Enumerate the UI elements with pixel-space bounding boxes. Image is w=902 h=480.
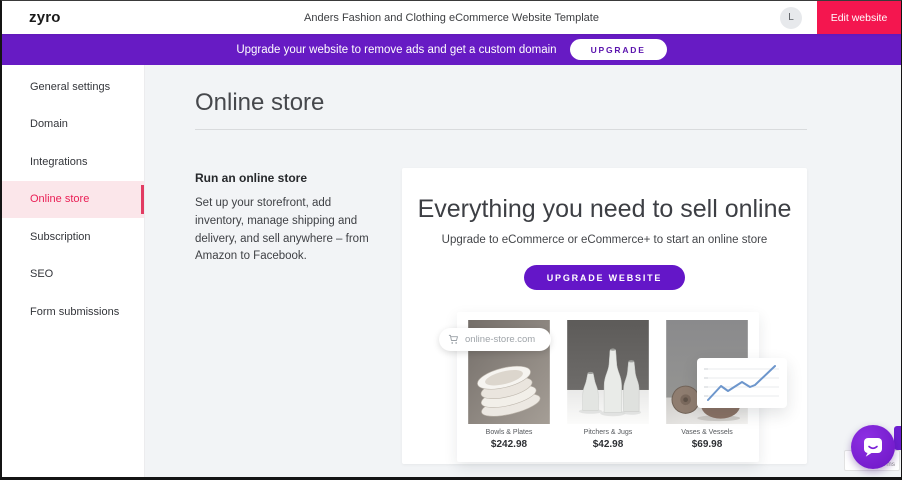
top-bar: zyro Anders Fashion and Clothing eCommer… [2, 1, 901, 34]
sidebar-item-label: SEO [30, 268, 53, 280]
online-store-section: Run an online store Set up your storefro… [195, 168, 901, 464]
settings-sidebar: General settings Domain Integrations Onl… [2, 65, 145, 477]
body: General settings Domain Integrations Onl… [2, 65, 901, 477]
sidebar-item-online-store[interactable]: Online store [2, 181, 144, 219]
sidebar-item-label: Subscription [30, 231, 91, 243]
promo-subheading: Upgrade to eCommerce or eCommerce+ to st… [402, 234, 807, 246]
widget-side-tab[interactable] [894, 426, 901, 450]
banner-upgrade-button[interactable]: UPGRADE [570, 39, 667, 60]
upgrade-website-button[interactable]: UPGRADE WEBSITE [524, 265, 686, 290]
main-content: Online store Run an online store Set up … [145, 65, 901, 477]
product-name: Vases & Vessels [664, 429, 750, 436]
product-name: Bowls & Plates [466, 429, 552, 436]
sidebar-item-subscription[interactable]: Subscription [2, 218, 144, 256]
pitchers-product-image [565, 320, 651, 424]
product-price: $69.98 [664, 439, 750, 450]
zyro-logo[interactable]: zyro [29, 9, 61, 26]
product-tile-pitchers: Pitchers & Jugs $42.98 [565, 320, 651, 454]
store-url-text: online-store.com [465, 334, 535, 345]
template-title: Anders Fashion and Clothing eCommerce We… [304, 12, 599, 24]
sales-chart-card [697, 358, 787, 408]
sparkline-chart [697, 358, 787, 408]
section-description: Set up your storefront, add inventory, m… [195, 195, 376, 266]
sidebar-item-domain[interactable]: Domain [2, 106, 144, 144]
app-window: zyro Anders Fashion and Clothing eCommer… [0, 0, 902, 480]
store-url-pill: online-store.com [439, 328, 551, 351]
shopping-cart-icon [448, 334, 459, 345]
sidebar-item-integrations[interactable]: Integrations [2, 143, 144, 181]
sidebar-item-label: Integrations [30, 156, 87, 168]
section-intro: Run an online store Set up your storefro… [195, 168, 376, 464]
banner-text: Upgrade your website to remove ads and g… [236, 44, 556, 56]
promo-heading: Everything you need to sell online [402, 195, 807, 224]
product-name: Pitchers & Jugs [565, 429, 651, 436]
upgrade-banner: Upgrade your website to remove ads and g… [2, 34, 901, 65]
top-bar-right: L Edit website [780, 1, 901, 34]
sidebar-item-label: General settings [30, 81, 110, 93]
title-divider [195, 129, 807, 130]
section-title: Run an online store [195, 171, 376, 185]
edit-website-button[interactable]: Edit website [817, 1, 901, 34]
sidebar-item-label: Online store [30, 193, 89, 205]
user-avatar[interactable]: L [780, 7, 802, 29]
product-price: $242.98 [466, 439, 552, 450]
chat-button[interactable] [851, 425, 895, 469]
product-price: $42.98 [565, 439, 651, 450]
sidebar-item-form-submissions[interactable]: Form submissions [2, 293, 144, 331]
upgrade-promo-card: Everything you need to sell online Upgra… [402, 168, 807, 464]
sidebar-item-label: Form submissions [30, 306, 119, 318]
chat-bubble-icon [860, 434, 886, 460]
sidebar-item-seo[interactable]: SEO [2, 256, 144, 294]
sidebar-item-general-settings[interactable]: General settings [2, 68, 144, 106]
sidebar-item-label: Domain [30, 118, 68, 130]
page-title: Online store [195, 89, 901, 117]
